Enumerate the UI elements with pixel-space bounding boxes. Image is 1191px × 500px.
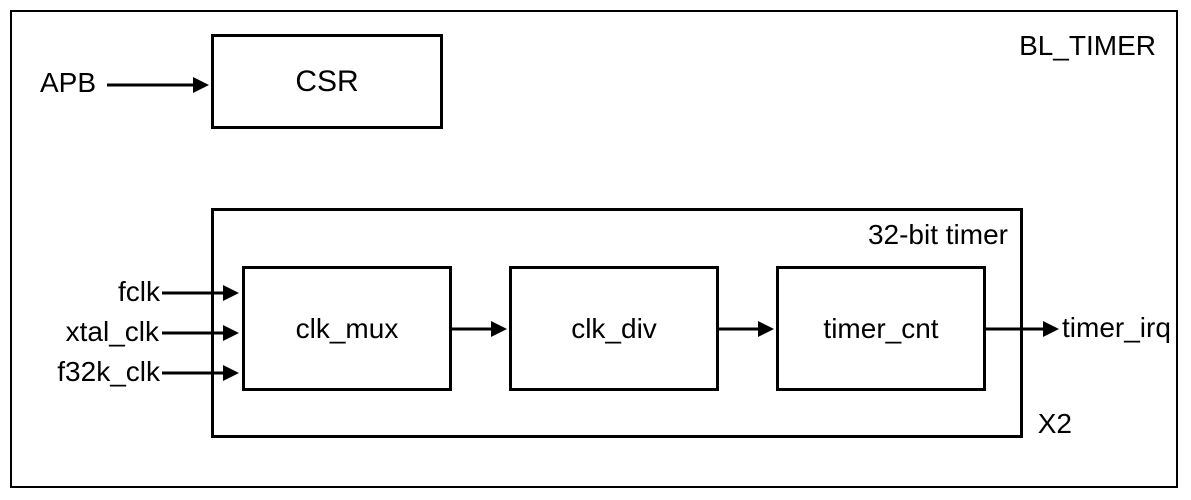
clk-div-block: clk_div — [509, 266, 719, 391]
clk-mux-block: clk_mux — [242, 266, 452, 391]
timer-container: 32-bit timer clk_mux clk_div timer_cnt X… — [211, 208, 1023, 438]
timer-cnt-block: timer_cnt — [776, 266, 986, 391]
apb-arrow — [107, 82, 217, 102]
outer-container: BL_TIMER APB CSR fclk xtal_clk f32k_clk … — [10, 10, 1178, 488]
csr-label: CSR — [295, 65, 358, 99]
apb-input-label: APB — [40, 67, 96, 99]
timer-title: 32-bit timer — [868, 219, 1008, 251]
timer-irq-label: timer_irq — [1062, 312, 1171, 344]
multiplier-label: X2 — [1038, 408, 1072, 440]
timer-cnt-label: timer_cnt — [823, 313, 938, 345]
input-fclk-label: fclk — [100, 276, 160, 308]
clk-mux-label: clk_mux — [296, 313, 399, 345]
csr-block: CSR — [211, 34, 443, 129]
clk-div-label: clk_div — [571, 313, 657, 345]
module-title: BL_TIMER — [1019, 30, 1156, 62]
input-xtalclk-label: xtal_clk — [49, 316, 159, 348]
input-f32kclk-label: f32k_clk — [47, 356, 160, 388]
